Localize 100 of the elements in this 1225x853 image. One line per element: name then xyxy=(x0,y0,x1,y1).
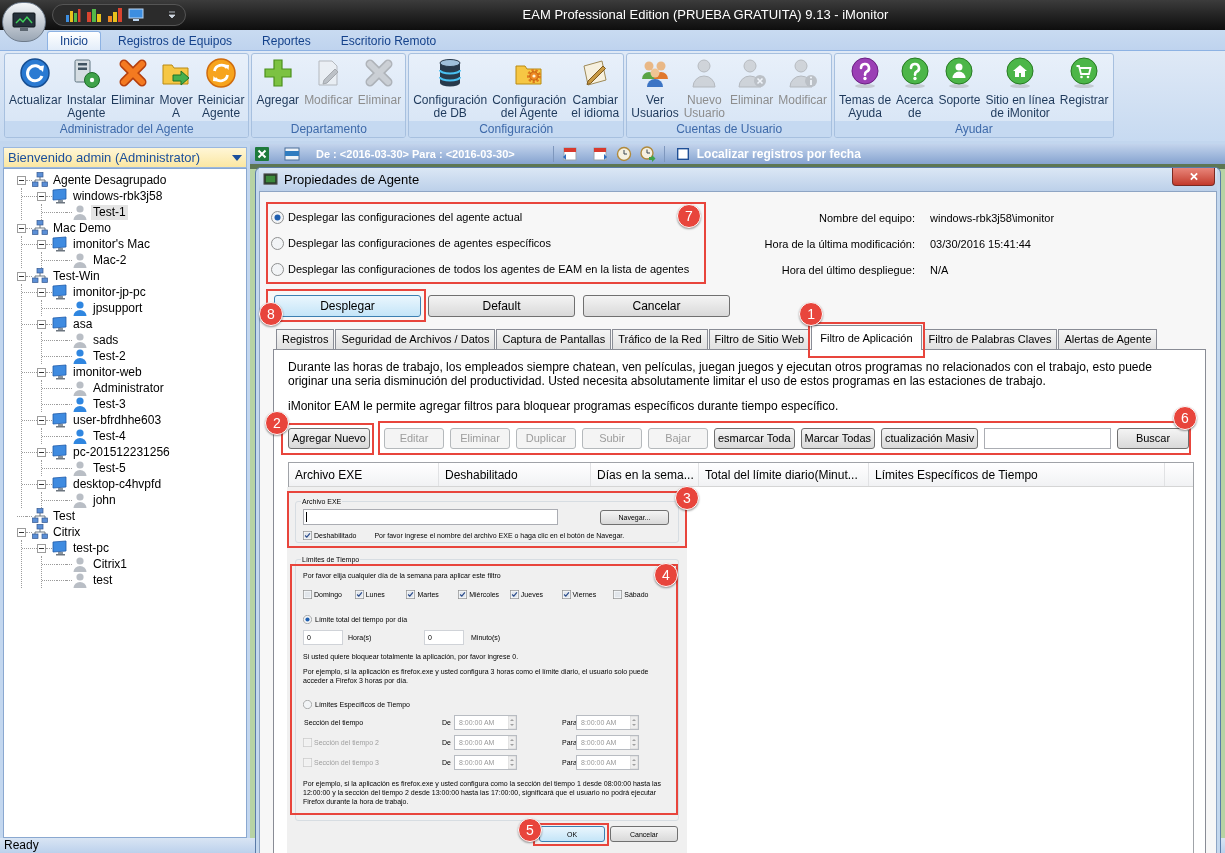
radio-button[interactable] xyxy=(271,236,284,250)
ribbon-tab[interactable]: Registros de Equipos xyxy=(105,31,246,50)
tab[interactable]: Captura de Pantallas xyxy=(496,329,612,349)
ribbon-tab[interactable]: Inicio xyxy=(47,31,101,50)
ribbon-button[interactable]: Agregar xyxy=(254,57,302,107)
input-field[interactable] xyxy=(303,509,558,525)
tab[interactable]: Registros xyxy=(276,329,335,349)
collapse-icon[interactable] xyxy=(37,479,46,489)
tab[interactable]: Filtro de Aplicación xyxy=(811,325,922,350)
button[interactable]: esmarcar Toda xyxy=(714,428,795,449)
tab[interactable]: Tráfico de la Red xyxy=(612,329,708,349)
collapse-icon[interactable] xyxy=(37,415,46,425)
radio-button[interactable] xyxy=(303,615,312,624)
button[interactable]: Desplegar xyxy=(274,295,421,317)
ribbon-button[interactable]: Cambiar el idioma xyxy=(569,57,622,120)
tree-item[interactable]: asa xyxy=(71,316,95,332)
ribbon-tab[interactable]: Reportes xyxy=(249,31,324,50)
button[interactable]: Buscar xyxy=(1117,428,1189,449)
bar-chart-icon[interactable] xyxy=(65,7,81,23)
tree-item[interactable]: Citrix1 xyxy=(91,556,129,572)
tree-item[interactable]: Test-5 xyxy=(91,460,128,476)
calendar-icon[interactable] xyxy=(591,146,608,162)
ribbon-button[interactable]: Sitio en línea de iMonitor xyxy=(983,57,1057,120)
caret-down-icon[interactable] xyxy=(167,10,177,20)
tree-item[interactable]: imonitor-web xyxy=(71,364,144,380)
checkbox[interactable] xyxy=(303,531,312,540)
button[interactable]: Agregar Nuevo xyxy=(288,428,370,449)
ribbon-button[interactable]: Mover A xyxy=(157,57,195,120)
tree-item[interactable]: john xyxy=(91,492,118,508)
tree-item[interactable]: Test-1 xyxy=(91,204,128,220)
clock-icon[interactable] xyxy=(615,146,632,162)
checkbox[interactable] xyxy=(561,590,571,599)
tree-item[interactable]: Mac-2 xyxy=(91,252,129,268)
collapse-icon[interactable] xyxy=(17,271,26,281)
ribbon-button[interactable]: Ver Usuarios xyxy=(629,57,681,120)
radio-button[interactable] xyxy=(271,210,284,224)
tree-item[interactable]: Test-4 xyxy=(91,428,128,444)
tree-item[interactable]: user-bfrdhhe603 xyxy=(71,412,164,428)
ribbon-button[interactable]: Configuración de DB xyxy=(411,57,490,120)
monitor-icon[interactable] xyxy=(128,7,144,23)
checkbox[interactable] xyxy=(303,590,312,599)
tab[interactable]: Seguridad de Archivos / Datos xyxy=(335,329,496,349)
column-header[interactable]: Archivo EXE xyxy=(289,463,439,486)
web-page-icon[interactable] xyxy=(284,146,300,162)
collapse-icon[interactable] xyxy=(37,367,46,377)
ribbon-button[interactable]: Eliminar xyxy=(109,57,157,107)
column-header[interactable]: Límites Específicos de Tiempo xyxy=(869,463,1165,486)
button[interactable]: Marcar Todas xyxy=(800,428,875,449)
ribbon-tab[interactable]: Escritorio Remoto xyxy=(327,31,450,50)
tree-item[interactable]: imonitor-jp-pc xyxy=(71,284,148,300)
collapse-icon[interactable] xyxy=(17,175,26,185)
checkbox[interactable] xyxy=(509,590,519,599)
tree-item[interactable]: Test xyxy=(51,508,77,524)
tree-item[interactable]: pc-201512231256 xyxy=(71,444,172,460)
tree-item[interactable]: Test-3 xyxy=(91,396,128,412)
collapse-icon[interactable] xyxy=(17,223,26,233)
button[interactable]: ctualización Masiv xyxy=(881,428,979,449)
calendar-icon[interactable] xyxy=(561,146,578,162)
tree-item[interactable]: test-pc xyxy=(71,540,111,556)
collapse-icon[interactable] xyxy=(37,319,46,329)
button[interactable]: Cancelar xyxy=(583,295,730,317)
collapse-icon[interactable] xyxy=(37,287,46,297)
tree-item[interactable]: Test-Win xyxy=(51,268,102,284)
tree-item[interactable]: test xyxy=(91,572,115,588)
close-button[interactable] xyxy=(1172,168,1215,186)
tree-item[interactable]: Agente Desagrupado xyxy=(51,172,169,188)
checkbox[interactable] xyxy=(406,590,416,599)
ribbon-button[interactable]: Configuración del Agente xyxy=(490,57,569,120)
tab[interactable]: Alertas de Agente xyxy=(1058,329,1158,349)
tree-item[interactable]: jpsupport xyxy=(91,300,145,316)
tree-item[interactable]: imonitor's Mac xyxy=(71,236,152,252)
ribbon-button[interactable]: Acerca de xyxy=(894,57,936,120)
collapse-icon[interactable] xyxy=(17,527,26,537)
app-menu-button[interactable] xyxy=(2,2,46,42)
tab[interactable]: Filtro de Palabras Claves xyxy=(922,329,1058,349)
search-field[interactable] xyxy=(984,428,1111,449)
ribbon-button[interactable]: Reiniciar Agente xyxy=(195,57,247,120)
column-header[interactable]: Total del límite diario(Minut... xyxy=(699,463,869,486)
collapse-icon[interactable] xyxy=(37,239,46,249)
ribbon-button[interactable]: Instalar Agente xyxy=(64,57,109,120)
ribbon-button[interactable]: Soporte xyxy=(936,57,983,107)
checkbox[interactable] xyxy=(676,148,689,160)
collapse-icon[interactable] xyxy=(37,543,46,553)
ribbon-button[interactable]: Actualizar xyxy=(7,57,64,107)
tab[interactable]: Filtro de Sitio Web xyxy=(708,329,811,349)
tree-item[interactable]: Test-2 xyxy=(91,348,128,364)
collapse-icon[interactable] xyxy=(37,191,46,201)
collapse-icon[interactable] xyxy=(37,447,46,457)
radio-button[interactable] xyxy=(271,262,284,276)
button[interactable]: Default xyxy=(428,295,575,317)
user-dropdown[interactable]: Bienvenido admin (Administrator) xyxy=(3,147,247,168)
column-header[interactable]: Días en la sema... xyxy=(591,463,699,486)
tree-item[interactable]: desktop-c4hvpfd xyxy=(71,476,164,492)
spreadsheet-icon[interactable] xyxy=(254,146,270,162)
bar-chart-icon[interactable] xyxy=(107,7,123,23)
column-header[interactable]: Deshabilitado xyxy=(439,463,591,486)
bar-chart-icon[interactable] xyxy=(86,7,102,23)
tree-item[interactable]: Citrix xyxy=(51,524,83,540)
ribbon-button[interactable]: Registrar xyxy=(1057,57,1111,107)
checkbox[interactable] xyxy=(354,590,364,599)
